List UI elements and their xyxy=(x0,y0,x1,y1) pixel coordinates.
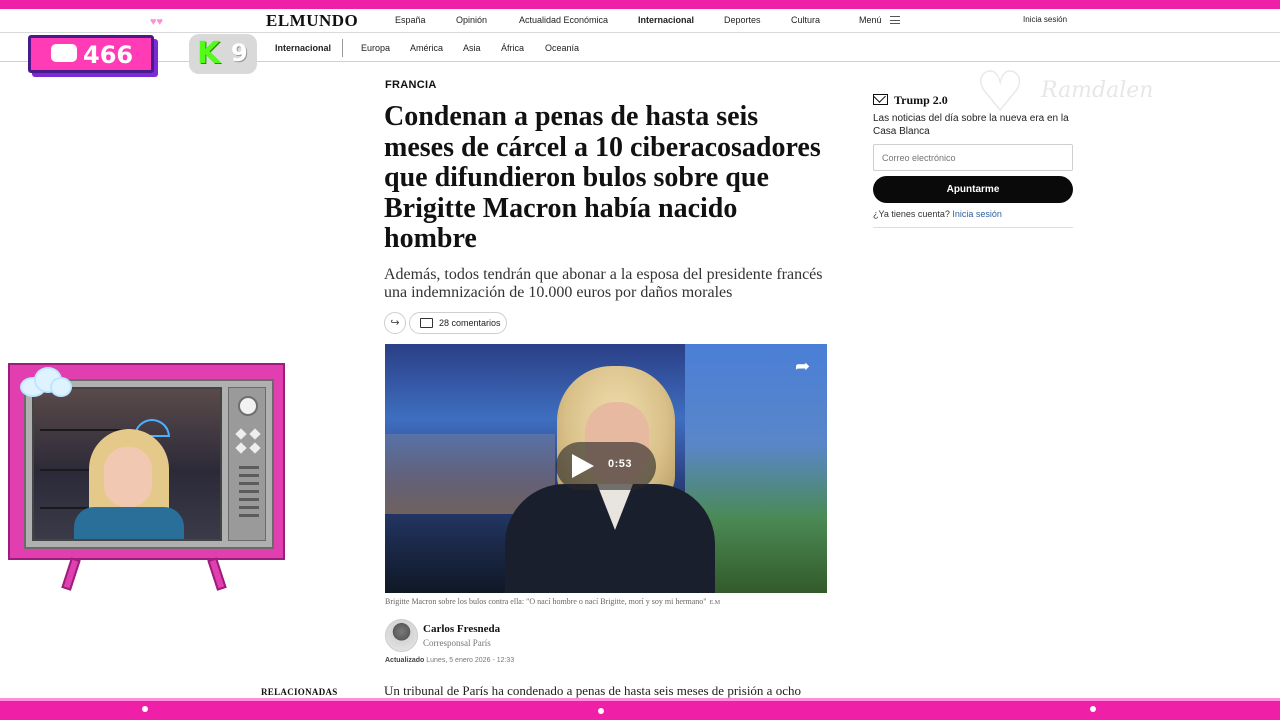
tv-knob-icon xyxy=(235,428,247,440)
tv-knob-icon xyxy=(249,442,261,454)
article-subtitle: Además, todos tendrán que abonar a la es… xyxy=(384,266,823,301)
nav-internacional[interactable]: Internacional xyxy=(638,15,694,25)
tv-grille xyxy=(239,466,259,469)
video-caption: Brigitte Macron sobre los bulos contra e… xyxy=(385,597,720,606)
play-icon xyxy=(572,454,594,478)
tv-grille xyxy=(239,474,259,477)
chat-count: 466 xyxy=(83,41,134,69)
author-name[interactable]: Carlos Fresneda xyxy=(423,623,500,635)
subnav-oceania[interactable]: Oceanía xyxy=(545,43,579,53)
login-link[interactable]: Inicia sesión xyxy=(1023,15,1067,24)
webcam-feed xyxy=(32,387,222,541)
caption-credit: E.M xyxy=(709,600,721,606)
article-headline: Condenan a penas de hasta seis meses de … xyxy=(384,101,821,254)
email-field[interactable] xyxy=(873,144,1073,171)
author-role: Corresponsal París xyxy=(423,638,491,648)
updated-label: Actualizado xyxy=(385,657,425,664)
nav-cultura[interactable]: Cultura xyxy=(791,15,820,25)
tv-knob-icon xyxy=(249,428,261,440)
nav-menu[interactable]: Menú xyxy=(859,15,882,25)
sparkle-decoration xyxy=(142,706,148,712)
kick-counter-badge: K 9 xyxy=(189,34,257,74)
author-avatar[interactable] xyxy=(385,619,418,652)
menu-icon[interactable] xyxy=(890,16,900,24)
comment-bubble-icon xyxy=(420,318,433,328)
video-player[interactable]: 0:53 ➦ xyxy=(385,344,827,593)
kick-count: 9 xyxy=(231,39,248,67)
tv-control-panel xyxy=(228,387,266,541)
article-body-first-line: Un tribunal de París ha condenado a pena… xyxy=(384,683,801,698)
nav-opinion[interactable]: Opinión xyxy=(456,15,487,25)
subnav-europa[interactable]: Europa xyxy=(361,43,390,53)
tv-leg xyxy=(207,557,227,591)
tv-grille xyxy=(239,482,259,485)
tv-body xyxy=(24,379,274,549)
video-share-icon[interactable]: ➦ xyxy=(795,356,810,377)
subnav-africa[interactable]: África xyxy=(501,43,524,53)
site-logo[interactable]: ELMUNDO xyxy=(266,11,358,31)
newsletter-account-line: ¿Ya tienes cuenta? Inicia sesión xyxy=(873,209,1002,219)
frame-highlight xyxy=(0,698,1280,701)
tv-grille xyxy=(239,506,259,509)
watermark-text: Ramdalen xyxy=(1041,78,1154,103)
play-button[interactable]: 0:53 xyxy=(556,442,656,490)
article-kicker[interactable]: FRANCIA xyxy=(385,79,437,91)
stream-frame-bottom xyxy=(0,698,1280,720)
tv-knob-icon xyxy=(235,442,247,454)
tv-grille xyxy=(239,490,259,493)
subnav-america[interactable]: América xyxy=(410,43,443,53)
nav-actualidad-economica[interactable]: Actualidad Económica xyxy=(519,15,608,25)
tv-dial-icon xyxy=(238,396,258,416)
streamer-face xyxy=(104,447,152,507)
updated-timestamp: Actualizado Lunes, 5 enero 2026 - 12:33 xyxy=(385,657,514,664)
account-question: ¿Ya tienes cuenta? xyxy=(873,209,950,219)
comments-count: 28 comentarios xyxy=(439,318,501,328)
heart-play-icon: ♡ xyxy=(975,60,1026,123)
streamer-watermark: ♡ Ramdalen xyxy=(975,60,1205,130)
nav-deportes[interactable]: Deportes xyxy=(724,15,761,25)
chat-counter-badge: 466 xyxy=(28,35,154,73)
nav-espana[interactable]: España xyxy=(395,15,426,25)
chat-bubble-icon xyxy=(51,44,77,62)
stream-frame-top xyxy=(0,0,1280,9)
subnav-asia[interactable]: Asia xyxy=(463,43,481,53)
tv-grille xyxy=(239,498,259,501)
subnav-divider xyxy=(342,39,343,57)
sparkle-decoration xyxy=(598,708,604,714)
video-duration: 0:53 xyxy=(608,458,633,470)
cloud-icon xyxy=(20,365,72,399)
envelope-icon xyxy=(873,94,888,105)
newsletter-divider xyxy=(873,227,1073,228)
webcam-tv-frame xyxy=(8,363,285,560)
caption-text: Brigitte Macron sobre los bulos contra e… xyxy=(385,597,707,606)
kick-logo-icon: K xyxy=(197,36,221,71)
tv-leg xyxy=(61,557,81,591)
streamer-body xyxy=(74,507,184,539)
tv-grille xyxy=(239,514,259,517)
share-icon: ↪ xyxy=(390,317,400,329)
newsletter-login-link[interactable]: Inicia sesión xyxy=(952,209,1002,219)
top-navigation: ELMUNDO España Opinión Actualidad Económ… xyxy=(0,9,1280,33)
comments-button[interactable]: 28 comentarios xyxy=(409,312,507,334)
subscribe-button[interactable]: Apuntarme xyxy=(873,176,1073,203)
newsletter-title: Trump 2.0 xyxy=(894,93,948,107)
share-button[interactable]: ↪ xyxy=(384,312,406,334)
hearts-decoration: ♥♥ xyxy=(150,16,164,28)
related-heading: RELACIONADAS xyxy=(261,687,338,697)
subnav-section-title[interactable]: Internacional xyxy=(275,43,331,53)
updated-date: Lunes, 5 enero 2026 - 12:33 xyxy=(426,657,515,664)
sparkle-decoration xyxy=(1090,706,1096,712)
